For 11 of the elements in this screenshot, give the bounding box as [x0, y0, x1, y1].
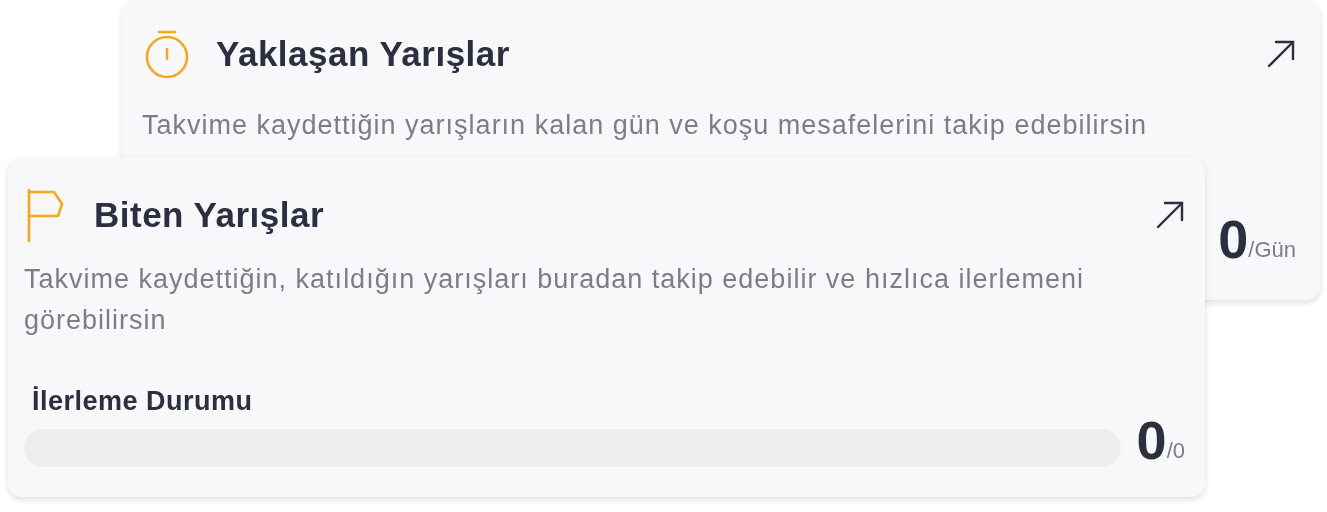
count-value: 0 [1136, 413, 1167, 467]
count-unit: /Gün [1248, 237, 1296, 264]
open-icon[interactable] [1155, 200, 1185, 230]
count-value: 0 [1218, 212, 1249, 266]
card-title: Biten Yarışlar [94, 193, 325, 236]
progress-label: İlerleme Durumu [32, 384, 254, 418]
card-title: Yaklaşan Yarışlar [216, 33, 510, 75]
card-description: Takvime kaydettiğin yarışların kalan gün ve koşu mesafelerini takip edebilirsin [142, 108, 1148, 142]
open-icon[interactable] [1266, 39, 1296, 70]
card-description: Takvime kaydettiğin, katıldığın yarışları buradan takip edebilir ve hızlıca ilerlemeni görebilirsin [24, 263, 1085, 337]
count-unit: /0 [1166, 438, 1185, 465]
